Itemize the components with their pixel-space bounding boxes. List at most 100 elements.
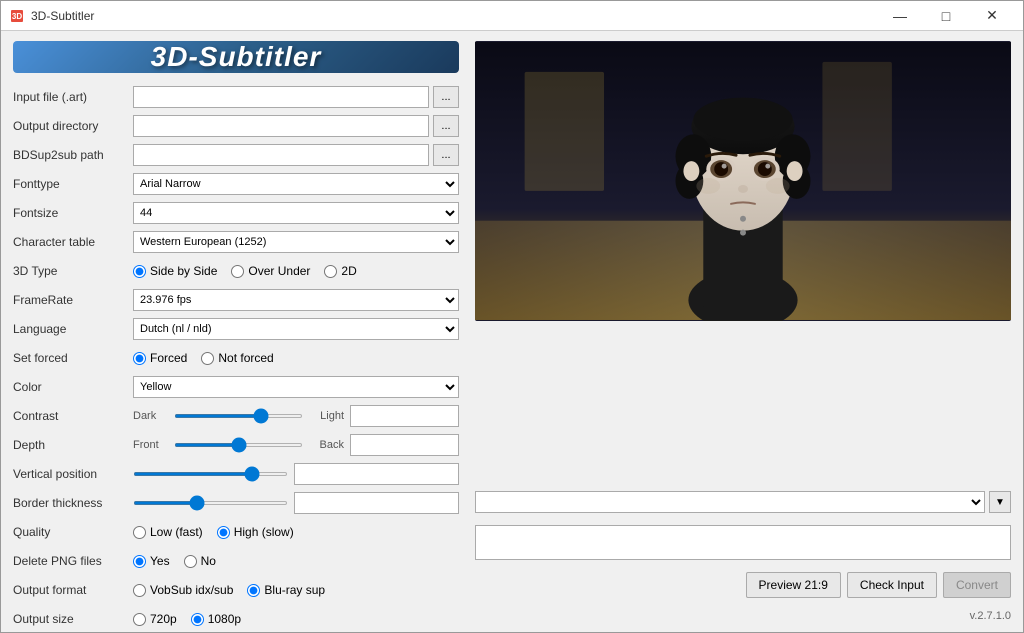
quality-label: Quality xyxy=(13,525,133,539)
output-dir-browse[interactable]: ... xyxy=(433,115,459,137)
quality-high-option[interactable]: High (slow) xyxy=(217,525,294,539)
output-dir-control: ... xyxy=(133,115,459,137)
output-dir-input[interactable] xyxy=(133,115,429,137)
version-display: v.2.7.1.0 xyxy=(475,610,1011,622)
bdsup2sub-browse[interactable]: ... xyxy=(433,144,459,166)
quality-low-radio[interactable] xyxy=(133,526,146,539)
preview-image-container xyxy=(475,41,1011,321)
border-thickness-slider[interactable] xyxy=(133,501,288,505)
main-window: 3D 3D-Subtitler — □ ✕ 3D-Subtitler Input… xyxy=(0,0,1024,633)
vobsub-option[interactable]: VobSub idx/sub xyxy=(133,583,233,597)
vertical-pos-slider[interactable] xyxy=(133,472,288,476)
contrast-value[interactable]: 100 xyxy=(350,405,459,427)
quality-low-option[interactable]: Low (fast) xyxy=(133,525,203,539)
border-thickness-label: Border thickness xyxy=(13,496,133,510)
color-select[interactable]: Yellow White Green Red xyxy=(133,376,459,398)
right-lower: ▼ Preview 21:9 Check Input Convert v.2.7… xyxy=(475,321,1011,622)
1080p-radio[interactable] xyxy=(191,613,204,626)
app-banner: 3D-Subtitler xyxy=(13,41,459,73)
depth-slider[interactable] xyxy=(174,443,303,447)
input-file-label: Input file (.art) xyxy=(13,90,133,104)
2d-option[interactable]: 2D xyxy=(324,264,356,278)
language-select[interactable]: Dutch (nl / nld) English French xyxy=(133,318,459,340)
border-thickness-control: 5 xyxy=(133,492,459,514)
not-forced-option[interactable]: Not forced xyxy=(201,351,273,365)
color-label: Color xyxy=(13,380,133,394)
bluray-option[interactable]: Blu-ray sup xyxy=(247,583,325,597)
framerate-select[interactable]: 23.976 fps 24 fps 25 fps 29.97 fps xyxy=(133,289,459,311)
set-forced-label: Set forced xyxy=(13,351,133,365)
depth-value[interactable]: 0 xyxy=(350,434,459,456)
depth-front-label: Front xyxy=(133,439,168,451)
not-forced-label: Not forced xyxy=(218,351,273,365)
dropdown-arrow[interactable]: ▼ xyxy=(989,491,1011,513)
delete-yes-option[interactable]: Yes xyxy=(133,554,170,568)
vertical-pos-row: Vertical position 868 xyxy=(13,462,459,486)
over-under-option[interactable]: Over Under xyxy=(231,264,310,278)
contrast-slider[interactable] xyxy=(174,414,303,418)
language-row: Language Dutch (nl / nld) English French xyxy=(13,317,459,341)
bdsup2sub-input[interactable]: C:\Users\ \Downloads\3DSubtit xyxy=(133,144,429,166)
char-table-select[interactable]: Western European (1252) UTF-8 xyxy=(133,231,459,253)
over-under-radio[interactable] xyxy=(231,265,244,278)
depth-back-label: Back xyxy=(309,439,344,451)
delete-yes-radio[interactable] xyxy=(133,555,146,568)
delete-yes-label: Yes xyxy=(150,554,170,568)
right-dropdown[interactable] xyxy=(475,491,985,513)
fontsize-row: Fontsize 44 32 36 40 48 xyxy=(13,201,459,225)
side-by-side-option[interactable]: Side by Side xyxy=(133,264,217,278)
minimize-button[interactable]: — xyxy=(877,1,923,31)
input-file-browse[interactable]: ... xyxy=(433,86,459,108)
3d-type-control: Side by Side Over Under 2D xyxy=(133,264,459,278)
contrast-control: Dark Light 100 xyxy=(133,405,459,427)
delete-no-option[interactable]: No xyxy=(184,554,216,568)
720p-label: 720p xyxy=(150,612,177,626)
over-under-label: Over Under xyxy=(248,264,310,278)
vobsub-radio[interactable] xyxy=(133,584,146,597)
quality-high-label: High (slow) xyxy=(234,525,294,539)
delete-png-row: Delete PNG files Yes No xyxy=(13,549,459,573)
close-button[interactable]: ✕ xyxy=(969,1,1015,31)
2d-radio[interactable] xyxy=(324,265,337,278)
forced-option[interactable]: Forced xyxy=(133,351,187,365)
1080p-label: 1080p xyxy=(208,612,241,626)
left-panel: 3D-Subtitler Input file (.art) ... Outpu… xyxy=(1,31,471,632)
set-forced-control: Forced Not forced xyxy=(133,351,459,365)
fontsize-label: Fontsize xyxy=(13,206,133,220)
not-forced-radio[interactable] xyxy=(201,352,214,365)
depth-control: Front Back 0 xyxy=(133,434,459,456)
contrast-dark-label: Dark xyxy=(133,410,168,422)
fonttype-control: Arial Narrow Arial Times New Roman xyxy=(133,173,459,195)
border-thickness-value[interactable]: 5 xyxy=(294,492,459,514)
depth-label: Depth xyxy=(13,438,133,452)
set-forced-row: Set forced Forced Not forced xyxy=(13,346,459,370)
quality-low-label: Low (fast) xyxy=(150,525,203,539)
forced-radio[interactable] xyxy=(133,352,146,365)
subtitle-preview-area xyxy=(475,525,1011,560)
vertical-pos-value[interactable]: 868 xyxy=(294,463,459,485)
fonttype-label: Fonttype xyxy=(13,177,133,191)
maximize-button[interactable]: □ xyxy=(923,1,969,31)
fontsize-select[interactable]: 44 32 36 40 48 xyxy=(133,202,459,224)
preview-button[interactable]: Preview 21:9 xyxy=(746,572,841,598)
delete-no-radio[interactable] xyxy=(184,555,197,568)
bdsup2sub-row: BDSup2sub path C:\Users\ \Downloads\3DSu… xyxy=(13,143,459,167)
output-dir-row: Output directory ... xyxy=(13,114,459,138)
bluray-radio[interactable] xyxy=(247,584,260,597)
output-format-control: VobSub idx/sub Blu-ray sup xyxy=(133,583,459,597)
input-file-input[interactable] xyxy=(133,86,429,108)
convert-button[interactable]: Convert xyxy=(943,572,1011,598)
fonttype-select[interactable]: Arial Narrow Arial Times New Roman xyxy=(133,173,459,195)
contrast-light-label: Light xyxy=(309,410,344,422)
quality-high-radio[interactable] xyxy=(217,526,230,539)
side-by-side-radio[interactable] xyxy=(133,265,146,278)
border-thickness-row: Border thickness 5 xyxy=(13,491,459,515)
720p-radio[interactable] xyxy=(133,613,146,626)
720p-option[interactable]: 720p xyxy=(133,612,177,626)
quality-control: Low (fast) High (slow) xyxy=(133,525,459,539)
check-input-button[interactable]: Check Input xyxy=(847,572,937,598)
window-title: 3D-Subtitler xyxy=(31,9,877,23)
delete-png-control: Yes No xyxy=(133,554,459,568)
delete-no-label: No xyxy=(201,554,216,568)
1080p-option[interactable]: 1080p xyxy=(191,612,241,626)
